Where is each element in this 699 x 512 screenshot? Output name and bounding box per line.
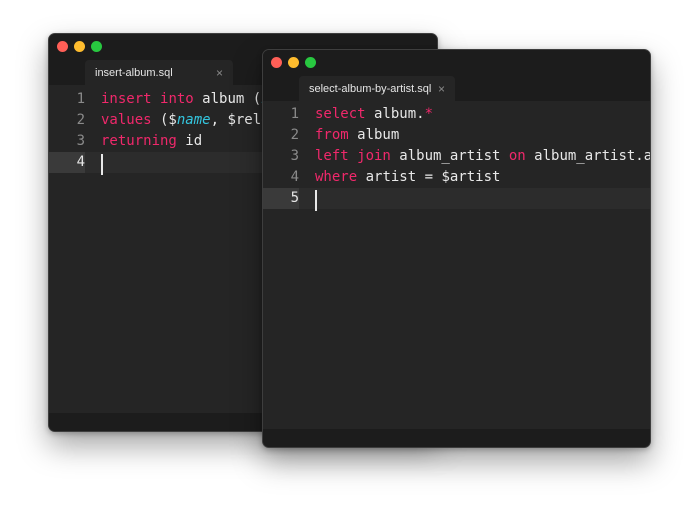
title-bar[interactable]: [263, 50, 650, 74]
code-editor[interactable]: 1 select album.* 2 from album 3 left joi…: [263, 101, 650, 429]
plain-token: album.: [365, 106, 425, 122]
plain-token: album_artist: [390, 148, 509, 164]
keyword-token: into: [160, 91, 194, 107]
line-number: 4: [290, 169, 299, 185]
tab-label: select-album-by-artist.sql: [309, 82, 432, 95]
parameter-token: name: [176, 112, 211, 128]
plain-token: album: [348, 127, 400, 143]
tab-select-album-by-artist[interactable]: select-album-by-artist.sql ×: [299, 76, 455, 101]
line-number: 2: [76, 112, 85, 128]
keyword-token: where: [315, 169, 358, 185]
code-text: left join album_artist on album_artist.a…: [315, 146, 650, 167]
code-text: select album.*: [315, 104, 433, 125]
close-tab-icon[interactable]: ×: [216, 66, 223, 80]
plain-token: ($: [151, 112, 177, 128]
line-number: 4: [49, 152, 85, 173]
plain-token: artist = $artist: [357, 169, 501, 185]
line-number: 5: [263, 188, 299, 209]
plain-token: id: [176, 133, 203, 149]
code-line: 2 from album: [263, 125, 650, 146]
minimize-window-button[interactable]: [74, 41, 85, 52]
text-cursor: [315, 190, 317, 211]
wildcard-token: *: [424, 106, 434, 122]
zoom-window-button[interactable]: [305, 57, 316, 68]
code-line: 3 left join album_artist on album_artist…: [263, 146, 650, 167]
plain-token: album_artist.albu: [534, 148, 650, 164]
current-line: 5: [263, 188, 650, 211]
code-text: where artist = $artist: [315, 167, 500, 188]
close-window-button[interactable]: [271, 57, 282, 68]
keyword-token: values: [101, 112, 152, 128]
plain-token: album (: [193, 91, 262, 107]
keyword-token: returning: [101, 133, 177, 149]
line-number: 1: [76, 91, 85, 107]
tab-insert-album[interactable]: insert-album.sql ×: [85, 60, 233, 85]
code-text: insert into album (na: [101, 89, 278, 110]
code-text: from album: [315, 125, 399, 146]
editor-window-select-album-by-artist: select-album-by-artist.sql × 1 select al…: [262, 49, 651, 448]
status-bar: [263, 429, 650, 447]
close-tab-icon[interactable]: ×: [438, 82, 445, 96]
line-number: 1: [290, 106, 299, 122]
code-line: 4 where artist = $artist: [263, 167, 650, 188]
keyword-token: insert: [101, 91, 152, 107]
tab-label: insert-album.sql: [95, 66, 173, 79]
minimize-window-button[interactable]: [288, 57, 299, 68]
line-number: 2: [290, 127, 299, 143]
keyword-token: select: [315, 106, 366, 122]
zoom-window-button[interactable]: [91, 41, 102, 52]
line-number: 3: [290, 148, 299, 164]
line-number: 3: [76, 133, 85, 149]
tab-bar: select-album-by-artist.sql ×: [263, 74, 650, 101]
close-window-button[interactable]: [57, 41, 68, 52]
code-line: 1 select album.*: [263, 104, 650, 125]
code-text: values ($name, $relea: [101, 110, 278, 131]
code-text: returning id: [101, 131, 202, 152]
keyword-token: left join: [315, 148, 391, 164]
keyword-token: from: [315, 127, 349, 143]
text-cursor: [101, 154, 103, 175]
keyword-token: on: [508, 148, 526, 164]
